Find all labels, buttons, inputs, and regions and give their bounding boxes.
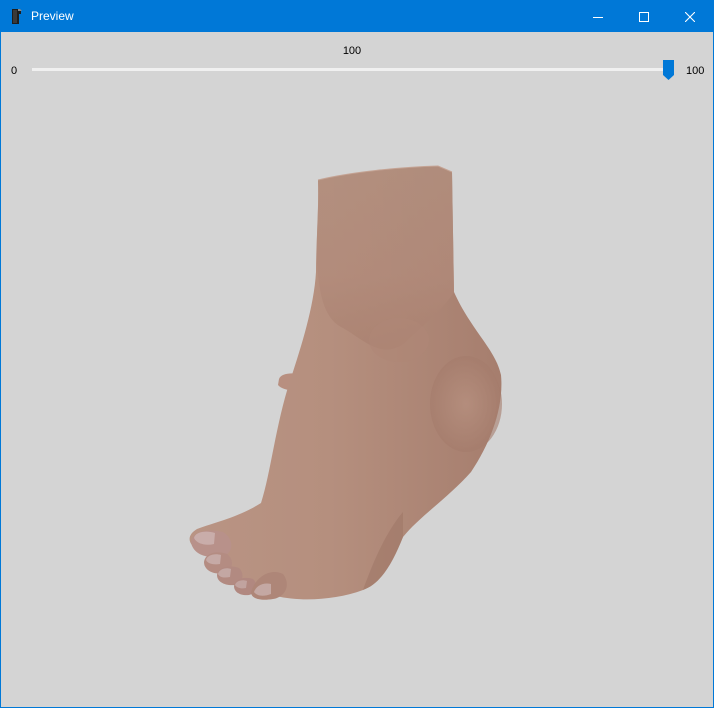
minimize-icon [593, 16, 603, 18]
slider-current-value: 100 [342, 45, 362, 57]
minimize-button[interactable] [575, 1, 621, 32]
slider-max-label: 100 [686, 65, 705, 77]
slider-min-label: 0 [11, 65, 18, 77]
slider-track[interactable] [32, 68, 672, 71]
app-icon [10, 8, 24, 25]
close-icon [685, 11, 695, 22]
title-bar[interactable]: Preview [1, 1, 713, 32]
preview-window: Preview 100 0 100 [0, 0, 714, 708]
slider-track-fill [32, 68, 672, 71]
foot-3d-model [189, 165, 502, 600]
window-title: Preview [31, 9, 74, 23]
close-button[interactable] [667, 1, 713, 32]
maximize-icon [639, 11, 649, 22]
3d-viewport[interactable] [1, 92, 713, 707]
maximize-button[interactable] [621, 1, 667, 32]
slider-panel: 100 0 100 [1, 32, 713, 92]
slider-thumb[interactable] [663, 60, 674, 80]
